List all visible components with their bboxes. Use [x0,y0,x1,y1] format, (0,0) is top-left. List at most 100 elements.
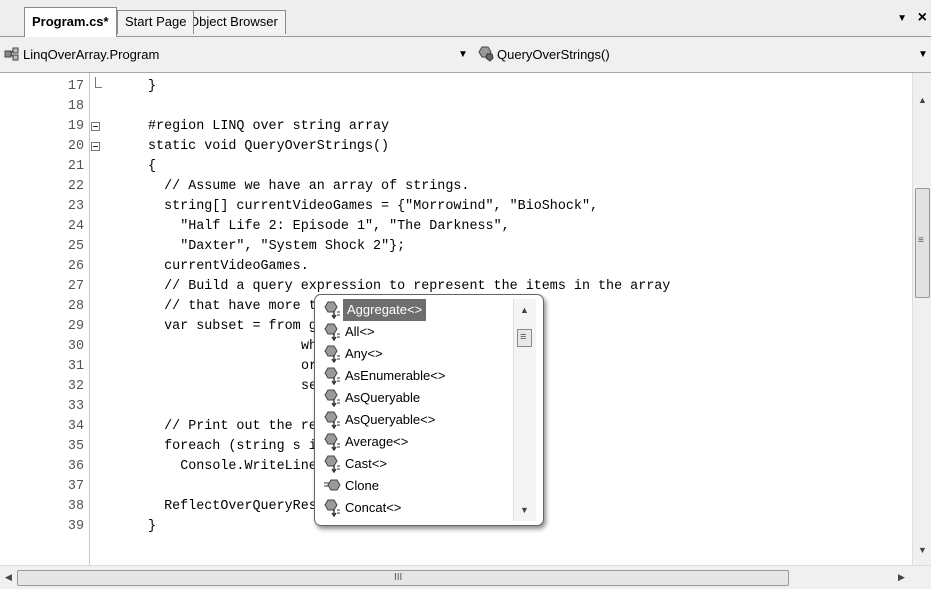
line-number: 26 [67,259,84,274]
code-text: currentVideoGames. [164,259,309,274]
extension-method-icon [323,389,341,408]
line-number: 37 [67,479,84,494]
code-line[interactable]: 17} [0,77,912,97]
line-number: 31 [67,359,84,374]
line-number: 25 [67,239,84,254]
grip-icon: ≡ [918,235,924,246]
completion-item-label: Clone [345,478,379,493]
line-number: 34 [67,419,84,434]
member-combo-value: QueryOverStrings() [497,47,610,62]
line-number: 29 [67,319,84,334]
close-tab-icon[interactable]: × [918,9,927,27]
code-text: } [148,79,157,94]
scroll-up-icon[interactable]: ▲ [918,95,927,105]
code-line[interactable]: 19 #region LINQ over string array [0,117,912,137]
line-number: 24 [67,219,84,234]
scroll-right-icon[interactable]: ▶ [898,572,905,583]
code-line[interactable]: 21 { [0,157,912,177]
navigation-bar: LinqOverArray.Program ▼ QueryOverStrings… [0,37,931,73]
completion-item-label: AsEnumerable<> [345,368,446,383]
code-line[interactable]: 23 string[] currentVideoGames = {"Morrowi… [0,197,912,217]
line-number: 32 [67,379,84,394]
line-number: 35 [67,439,84,454]
line-number: 28 [67,299,84,314]
intellisense-completion-list[interactable]: ▲ ≡ ▼ Aggregate<> All<> Any<> AsEnumerable<… [314,294,544,526]
method-icon [478,46,494,62]
completion-item[interactable]: Cast<> [319,453,515,475]
tab-start-page[interactable]: Start Page [117,10,195,34]
code-text: #region LINQ over string array [148,119,390,134]
line-number: 19 [67,119,84,134]
extension-method-icon [323,455,341,474]
class-icon [4,47,19,61]
code-line[interactable]: 20 static void QueryOverStrings() [0,137,912,157]
completion-item-label: Any<> [345,346,383,361]
line-number: 33 [67,399,84,414]
extension-method-icon [323,323,341,342]
document-tab-strip: Object Browser Start Page Program.cs* ▼ … [0,0,931,37]
line-number: 39 [67,519,84,534]
completion-item-label: Aggregate<> [343,299,427,321]
completion-item[interactable]: Average<> [319,431,515,453]
line-number: 22 [67,179,84,194]
extension-method-icon [323,345,341,364]
type-combo[interactable]: LinqOverArray.Program [4,44,470,66]
grip-icon: ≡ [520,331,527,343]
completion-scroll-thumb[interactable]: ≡ [517,329,532,347]
line-number: 20 [67,139,84,154]
extension-method-icon [323,367,341,386]
tab-program-cs[interactable]: Program.cs* [24,7,117,37]
tab-object-browser[interactable]: Object Browser [181,10,286,34]
type-combo-value: LinqOverArray.Program [23,47,160,62]
completion-item[interactable]: Any<> [319,343,515,365]
completion-item[interactable]: AsEnumerable<> [319,365,515,387]
completion-item[interactable]: Aggregate<> [319,299,515,321]
code-line[interactable]: 22 // Assume we have an array of strings. [0,177,912,197]
code-line[interactable]: 26 currentVideoGames. [0,257,912,277]
collapse-region-icon[interactable] [91,142,100,151]
completion-item[interactable]: AsQueryable [319,387,515,409]
line-number: 18 [67,99,84,114]
completion-item-label: Average<> [345,434,409,449]
code-text: { [148,159,157,174]
code-line[interactable]: 25 "Daxter", "System Shock 2"}; [0,237,912,257]
scroll-down-icon[interactable]: ▼ [520,505,529,515]
member-combo[interactable]: QueryOverStrings() [478,44,918,66]
scroll-down-icon[interactable]: ▼ [918,545,927,555]
line-number: 27 [67,279,84,294]
completion-item-label: AsQueryable [345,390,421,405]
completion-item[interactable]: Clone [319,475,515,497]
line-number: 17 [67,79,84,94]
completion-item[interactable]: All<> [319,321,515,343]
completion-item[interactable]: Concat<> [319,497,515,519]
completion-item-label: AsQueryable<> [345,412,436,427]
vertical-scrollbar[interactable]: ▲ ≡ ▼ [912,73,931,565]
vertical-scroll-thumb[interactable]: ≡ [915,188,930,298]
tab-list-dropdown-icon[interactable]: ▼ [897,13,907,24]
completion-list-scrollbar[interactable]: ▲ ≡ ▼ [513,299,536,521]
horizontal-scroll-thumb[interactable]: III [17,570,789,586]
member-combo-chevron-down-icon[interactable]: ▼ [918,44,928,66]
type-combo-chevron-down-icon[interactable]: ▼ [458,44,468,66]
completion-item[interactable]: AsQueryable<> [319,409,515,431]
code-text: } [148,519,157,534]
extension-method-icon [323,301,341,320]
region-end-marker [95,77,102,88]
line-number: 36 [67,459,84,474]
extension-method-icon [323,499,341,518]
horizontal-scrollbar[interactable]: ◀ III ▶ [0,565,931,589]
code-text: // Assume we have an array of strings. [164,179,470,194]
code-text: string[] currentVideoGames = {"Morrowind… [164,199,599,214]
code-line[interactable]: 18 [0,97,912,117]
code-line[interactable]: 24 "Half Life 2: Episode 1", "The Darknes… [0,217,912,237]
line-number: 23 [67,199,84,214]
extension-method-icon [323,411,341,430]
line-number: 21 [67,159,84,174]
grip-icon: III [394,572,403,583]
completion-item-label: Cast<> [345,456,387,471]
collapse-region-icon[interactable] [91,122,100,131]
code-text: "Half Life 2: Episode 1", "The Darkness"… [180,219,510,234]
scroll-up-icon[interactable]: ▲ [520,305,529,315]
scroll-left-icon[interactable]: ◀ [5,572,12,583]
extension-method-icon [323,433,341,452]
